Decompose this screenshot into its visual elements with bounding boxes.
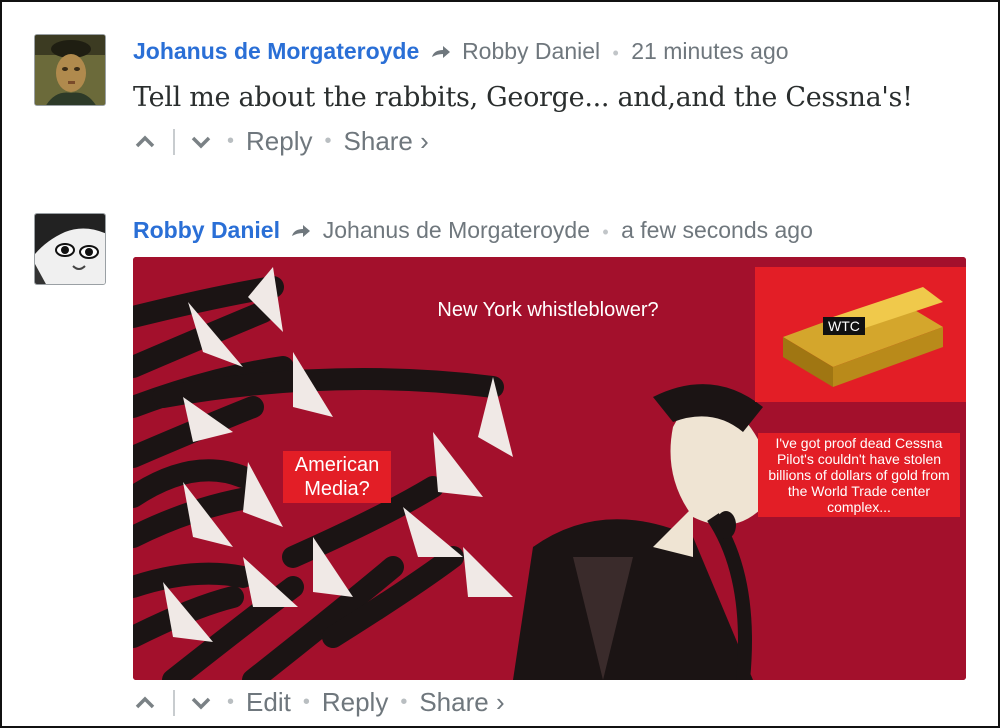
comment-text: Tell me about the rabbits, George... and… [133,82,913,113]
proof-text-box: I've got proof dead Cessna Pilot's could… [758,433,960,517]
parent-author[interactable]: Robby Daniel [462,38,600,64]
reply-arrow-icon [430,39,452,66]
separator-dot: • [302,691,310,713]
comment-image[interactable]: New York whistleblower? American Media? … [133,257,966,680]
comment-thread: Johanus de Morgateroyde Robby Daniel • 2… [0,0,1000,728]
image-headline: New York whistleblower? [437,299,659,321]
reply-button[interactable]: Reply [322,687,388,718]
separator-dot: • [602,222,609,242]
author-name[interactable]: Johanus de Morgateroyde [133,38,419,64]
media-label: American Media? [283,451,391,503]
reply-button[interactable]: Reply [246,126,312,157]
reply-arrow-icon [290,218,312,245]
chevron-up-icon[interactable] [133,130,159,154]
avatar[interactable] [34,34,106,106]
separator-dot: • [612,43,619,63]
vote-divider [173,128,175,155]
timestamp[interactable]: 21 minutes ago [631,38,788,64]
parent-author[interactable]: Johanus de Morgateroyde [323,217,590,243]
separator-dot: • [227,130,235,152]
comment-header: Johanus de Morgateroyde Robby Daniel • 2… [133,38,789,66]
chevron-up-icon[interactable] [133,691,159,715]
chevron-down-icon[interactable] [189,691,215,715]
share-button[interactable]: Share › [419,687,504,718]
avatar-portrait-image [35,35,105,105]
edit-button[interactable]: Edit [246,687,291,718]
vote-divider [173,689,175,716]
separator-dot: • [400,691,408,713]
share-button[interactable]: Share › [344,126,429,157]
chevron-down-icon[interactable] [189,130,215,154]
avatar[interactable] [34,213,106,285]
separator-dot: • [324,130,332,152]
author-name[interactable]: Robby Daniel [133,217,280,243]
comment-actions: • Edit • Reply • Share › [133,687,505,718]
gold-label: WTC [823,317,865,335]
comment-header: Robby Daniel Johanus de Morgateroyde • a… [133,217,813,245]
separator-dot: • [227,691,235,713]
comment-actions: • Reply • Share › [133,126,429,157]
avatar-sketch-image [35,214,105,284]
timestamp[interactable]: a few seconds ago [621,217,813,243]
